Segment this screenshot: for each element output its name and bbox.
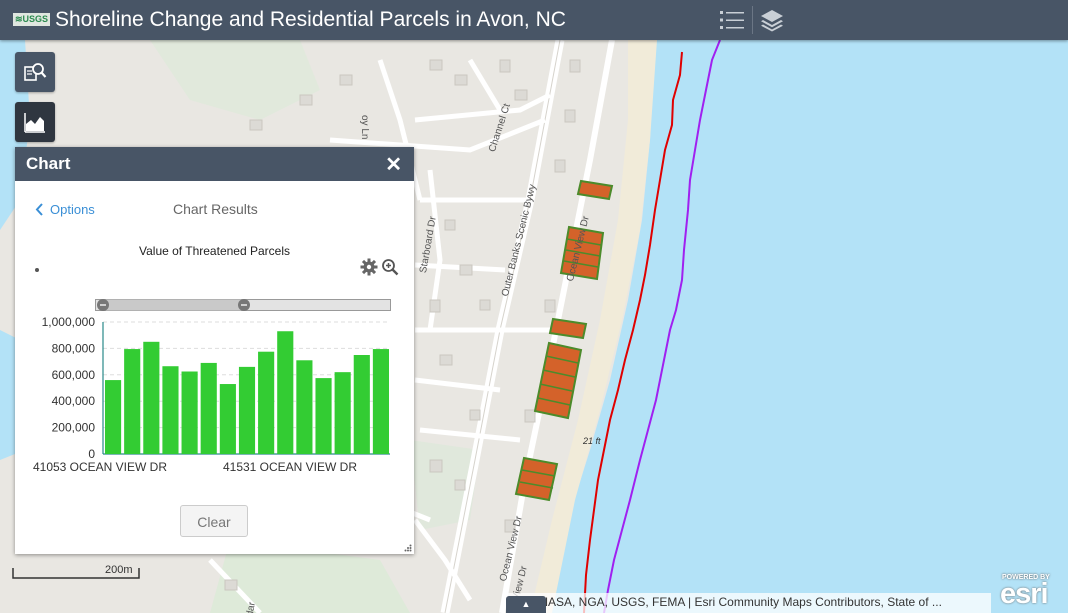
chart-bar[interactable] bbox=[334, 372, 351, 454]
chart-bar[interactable] bbox=[181, 371, 198, 455]
chart-bar[interactable] bbox=[277, 331, 294, 454]
chevron-left-icon bbox=[35, 203, 43, 216]
chart-panel: Chart ✕ Options Chart Results Value of T… bbox=[15, 147, 414, 554]
y-tick-label: 400,000 bbox=[52, 394, 96, 408]
attribution-bar: Esri, NASA, NGA, USGS, FEMA | Esri Commu… bbox=[506, 593, 991, 613]
spot-elevation: 21 ft bbox=[583, 436, 601, 446]
chart-results-label: Chart Results bbox=[173, 201, 258, 217]
x-tick-label: 41531 OCEAN VIEW DR bbox=[223, 460, 357, 474]
app-header: ≋USGS Shoreline Change and Residential P… bbox=[0, 0, 1068, 40]
chart-title: Value of Threatened Parcels bbox=[139, 244, 290, 258]
chart-bar[interactable] bbox=[372, 349, 389, 454]
slider-handle-left[interactable] bbox=[97, 299, 109, 311]
chart-icon bbox=[24, 113, 45, 133]
chart-panel-header: Chart ✕ bbox=[15, 147, 414, 181]
slider-handle-right[interactable] bbox=[238, 299, 250, 311]
scale-label: 200m bbox=[105, 564, 133, 576]
chart-tool-button[interactable] bbox=[15, 102, 55, 142]
list-icon bbox=[720, 11, 744, 29]
y-tick-label: 600,000 bbox=[52, 368, 96, 382]
legend-dot bbox=[35, 268, 39, 272]
header-separator bbox=[752, 6, 753, 34]
chart-panel-title: Chart bbox=[26, 154, 71, 173]
layer-list-button[interactable] bbox=[754, 0, 790, 40]
chart-bar[interactable] bbox=[238, 366, 256, 454]
usgs-logo: ≋USGS bbox=[13, 13, 51, 26]
y-tick-label: 800,000 bbox=[52, 341, 96, 355]
chart-bar[interactable] bbox=[162, 366, 179, 454]
bar-chart: 1,000,000 800,000 600,000 400,000 200,000 0 4… bbox=[33, 315, 390, 474]
legend-button[interactable] bbox=[714, 0, 750, 40]
chart-bar[interactable] bbox=[353, 355, 370, 454]
chart-bar[interactable] bbox=[296, 360, 313, 454]
y-tick-label: 1,000,000 bbox=[42, 315, 96, 329]
query-icon bbox=[24, 63, 47, 81]
close-icon[interactable]: ✕ bbox=[385, 152, 402, 177]
options-link[interactable]: Options bbox=[35, 202, 95, 217]
options-label: Options bbox=[50, 202, 95, 217]
chart-bar[interactable] bbox=[143, 341, 160, 454]
layers-icon bbox=[761, 10, 783, 32]
attribution-toggle[interactable]: ▲ bbox=[506, 596, 546, 613]
chart-bar[interactable] bbox=[124, 349, 141, 454]
query-tool-button[interactable] bbox=[15, 52, 55, 92]
zoom-in-icon[interactable] bbox=[381, 258, 399, 276]
chevron-up-icon: ▲ bbox=[521, 599, 531, 609]
x-tick-label: 41053 OCEAN VIEW DR bbox=[33, 460, 167, 474]
chart-bar[interactable] bbox=[258, 351, 275, 454]
chart-bar[interactable] bbox=[200, 362, 217, 454]
chart-bar[interactable] bbox=[105, 380, 122, 454]
gear-icon[interactable] bbox=[360, 258, 378, 276]
road-label-oy-ln: oy Ln bbox=[359, 115, 370, 140]
chart-bar[interactable] bbox=[315, 378, 332, 454]
app-title: Shoreline Change and Residential Parcels… bbox=[55, 8, 566, 31]
resize-handle-icon[interactable] bbox=[404, 544, 412, 552]
clear-button[interactable]: Clear bbox=[180, 505, 248, 537]
esri-logo: esri bbox=[1000, 578, 1049, 610]
chart-bar[interactable] bbox=[219, 384, 236, 454]
y-tick-label: 0 bbox=[88, 447, 95, 461]
y-tick-label: 200,000 bbox=[52, 421, 96, 435]
